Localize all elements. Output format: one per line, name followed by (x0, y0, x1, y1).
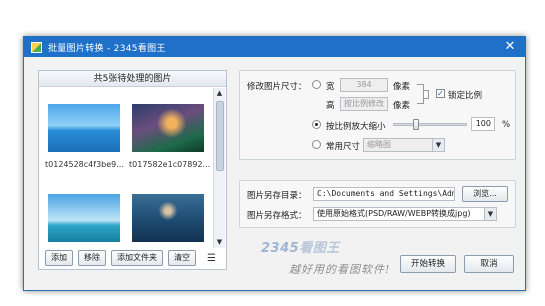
chevron-down-icon: ▼ (432, 139, 444, 151)
common-size-select[interactable]: 缩略图 ▼ (363, 138, 445, 152)
browse-button[interactable]: 浏览... (462, 186, 508, 202)
thumbnail-underwater[interactable] (132, 194, 204, 242)
scale-slider-thumb[interactable] (412, 119, 419, 130)
start-convert-button[interactable]: 开始转换 (400, 255, 456, 273)
thumbnail-name: t0124528c4f3be9... (45, 160, 124, 169)
image-count-header: 共5张待处理的图片 (39, 71, 226, 87)
common-size-value: 缩略图 (367, 140, 391, 149)
custom-size-radio[interactable] (312, 80, 321, 89)
scale-label: 按比例放大缩小 (326, 122, 386, 132)
thumbnail-palm-island[interactable] (48, 194, 120, 242)
lock-ratio-label: 锁定比例 (448, 91, 483, 101)
scale-radio[interactable] (312, 120, 321, 129)
image-list-panel: 共5张待处理的图片 t0124528c4f3be9... t017582e1c0… (38, 70, 227, 270)
height-label: 高 (326, 101, 335, 111)
width-unit: 像素 (393, 82, 411, 92)
lock-ratio-checkbox[interactable]: ✓ (436, 89, 445, 98)
output-options-group: 图片另存目录： C:\Documents and Settings\Admini… (239, 180, 516, 228)
thumbnail-name: t017582e1c07892... (129, 160, 211, 169)
add-folder-button[interactable]: 添加文件夹 (111, 250, 163, 266)
brand-logo: 2345看图王 (261, 241, 340, 256)
output-format-label: 图片另存格式： (247, 211, 307, 221)
add-button[interactable]: 添加 (45, 250, 73, 266)
scrollbar-thumb[interactable] (216, 101, 224, 171)
remove-button[interactable]: 移除 (78, 250, 106, 266)
common-size-radio[interactable] (312, 140, 321, 149)
clear-button[interactable]: 清空 (168, 250, 196, 266)
percent-label: % (502, 120, 511, 130)
resize-title: 修改图片尺寸： (247, 82, 307, 92)
image-list-toolbar: 添加 移除 添加文件夹 清空 ☰ (39, 247, 226, 269)
window-title: 批量图片转换 - 2345看图王 (48, 43, 166, 54)
brand-slogan: 越好用的看图软件! (289, 263, 391, 276)
lock-icon (423, 90, 429, 99)
app-icon (31, 41, 42, 53)
scale-input[interactable]: 100 (471, 117, 495, 131)
width-input[interactable]: 384 (340, 78, 388, 92)
chevron-down-icon: ▼ (484, 208, 496, 220)
close-icon[interactable]: ✕ (503, 40, 517, 54)
list-view-icon[interactable]: ☰ (207, 253, 216, 264)
height-input[interactable]: 按比例修改 (340, 97, 388, 111)
thumbnail-waterfall[interactable] (132, 104, 204, 152)
batch-convert-dialog: 批量图片转换 - 2345看图王 ✕ 共5张待处理的图片 t0124528c4f… (23, 36, 526, 291)
width-label: 宽 (326, 82, 335, 92)
height-unit: 像素 (393, 101, 411, 111)
scale-slider[interactable] (393, 123, 467, 126)
thumbnail-beach[interactable] (48, 104, 120, 152)
output-dir-input[interactable]: C:\Documents and Settings\Admini (313, 187, 455, 201)
scroll-up-icon[interactable]: ▲ (214, 88, 225, 99)
thumbnail-grid: t0124528c4f3be9... t017582e1c07892... (39, 88, 214, 248)
cancel-button[interactable]: 取消 (464, 255, 514, 273)
resize-options-group: 修改图片尺寸： 宽 384 像素 高 按比例修改 像素 ✓ 锁定比例 按比例放大… (239, 70, 516, 160)
thumbnail-scrollbar[interactable]: ▲ ▼ (213, 88, 225, 248)
output-format-select[interactable]: 使用原始格式(PSD/RAW/WEBP转换成jpg) ▼ (313, 207, 497, 221)
title-bar[interactable]: 批量图片转换 - 2345看图王 ✕ (24, 37, 525, 57)
output-dir-label: 图片另存目录： (247, 191, 307, 201)
common-size-label: 常用尺寸 (326, 142, 361, 152)
output-format-value: 使用原始格式(PSD/RAW/WEBP转换成jpg) (317, 209, 471, 218)
